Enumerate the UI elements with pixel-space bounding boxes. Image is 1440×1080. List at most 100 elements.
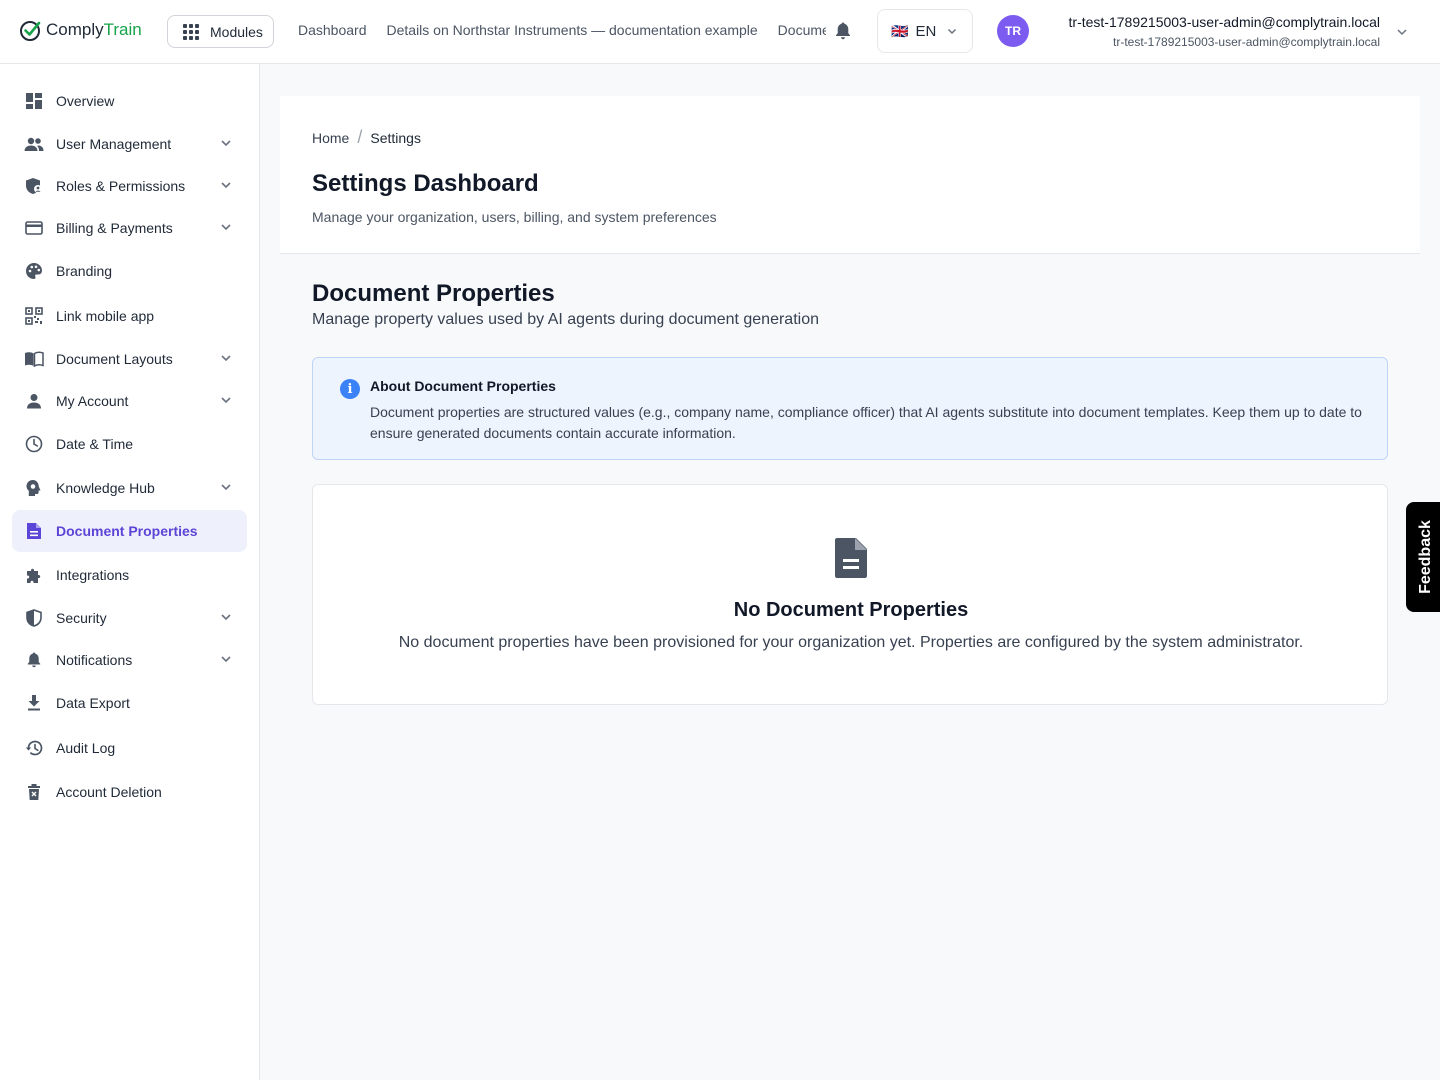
breadcrumb-current: Settings [370, 129, 421, 146]
sidebar-item-label: Billing & Payments [56, 220, 173, 236]
language-selector[interactable]: 🇬🇧 EN [877, 9, 973, 53]
sidebar-item-branding[interactable]: Branding [12, 250, 247, 292]
sidebar-item-label: Roles & Permissions [56, 178, 186, 194]
document-icon [24, 521, 44, 541]
sidebar-item-document-properties[interactable]: Document Properties [12, 510, 247, 552]
logo-text-accent: Train [103, 20, 142, 39]
brain-icon [24, 478, 44, 498]
chevron-down-icon [221, 140, 231, 147]
sidebar-item-user-management[interactable]: User Management [12, 123, 247, 165]
security-icon [24, 608, 44, 628]
top-bar: ComplyTrain Modules Dashboard Details on … [0, 0, 1440, 64]
sidebar-item-integrations[interactable]: Integrations [12, 554, 247, 596]
app-logo[interactable]: ComplyTrain [19, 18, 142, 42]
sidebar-item-label: Overview [56, 93, 115, 109]
history-icon [24, 738, 44, 758]
empty-state-title: No Document Properties [733, 599, 969, 621]
sidebar-item-billing-payments[interactable]: Billing & Payments [12, 207, 247, 249]
feedback-label: Feedback [1417, 520, 1434, 594]
section-title: Document Properties [312, 280, 555, 307]
sidebar-item-security[interactable]: Security [12, 597, 247, 639]
breadcrumb-separator: / [357, 127, 363, 147]
sidebar-item-label: User Management [56, 136, 172, 152]
sidebar-item-label: Security [56, 610, 107, 626]
page-subtitle: Manage your organization, users, billing… [312, 209, 717, 225]
sidebar-item-notifications[interactable]: Notifications [12, 639, 247, 681]
feedback-button[interactable]: Feedback [1406, 502, 1440, 612]
topnav-details-link[interactable]: Details on Northstar Instruments — docum… [387, 22, 758, 38]
uk-flag-icon: 🇬🇧 [891, 22, 909, 39]
info-title: About Document Properties [370, 378, 556, 394]
settings-sidebar: Overview User Management Roles & Permiss… [0, 64, 260, 1080]
topnav-dashboard-link[interactable]: Dashboard [298, 22, 367, 38]
dashboard-icon [24, 91, 44, 111]
breadcrumb-home-link[interactable]: Home [312, 130, 349, 146]
palette-icon [24, 261, 44, 281]
chevron-down-icon [948, 28, 957, 35]
page-title: Settings Dashboard [312, 170, 539, 197]
user-menu-chevron-icon[interactable] [1396, 26, 1408, 38]
user-name[interactable]: tr-test-1789215003-user-admin@complytrai… [1069, 14, 1380, 30]
modules-button[interactable]: Modules [167, 15, 274, 48]
clock-icon [24, 434, 44, 454]
user-avatar[interactable]: TR [997, 15, 1029, 47]
sidebar-item-label: Account Deletion [56, 784, 162, 800]
apps-grid-icon [183, 23, 199, 40]
page-header: Home / Settings Settings Dashboard Manag… [280, 96, 1420, 254]
chevron-down-icon [221, 355, 231, 362]
empty-state-card: No Document Properties No document prope… [312, 484, 1388, 705]
sidebar-item-document-layouts[interactable]: Document Layouts [12, 338, 247, 380]
sidebar-item-data-export[interactable]: Data Export [12, 682, 247, 724]
sidebar-item-overview[interactable]: Overview [12, 80, 247, 122]
sidebar-item-label: Data Export [56, 695, 130, 711]
notifications-bell-icon[interactable] [834, 21, 852, 41]
document-icon [835, 538, 867, 578]
sidebar-item-my-account[interactable]: My Account [12, 380, 247, 422]
users-icon [24, 134, 44, 154]
language-label: EN [915, 22, 937, 40]
trash-icon [24, 782, 44, 802]
info-text: Document properties are structured value… [370, 404, 1362, 441]
chevron-down-icon [221, 614, 231, 621]
empty-state-text: No document properties have been provisi… [398, 634, 1304, 651]
sidebar-item-label: Branding [56, 263, 113, 279]
download-icon [24, 693, 44, 713]
bell-icon [24, 650, 44, 670]
chevron-down-icon [221, 656, 231, 663]
chevron-down-icon [221, 484, 231, 491]
puzzle-icon [24, 565, 44, 585]
credit-card-icon [24, 218, 44, 238]
logo-text: Comply [46, 20, 104, 39]
sidebar-item-account-deletion[interactable]: Account Deletion [12, 771, 247, 813]
book-icon [24, 349, 44, 369]
sidebar-item-label: Knowledge Hub [56, 480, 155, 496]
sidebar-item-knowledge-hub[interactable]: Knowledge Hub [12, 467, 247, 509]
chevron-down-icon [221, 224, 231, 231]
chevron-down-icon [221, 182, 231, 189]
sidebar-item-date-time[interactable]: Date & Time [12, 423, 247, 465]
sidebar-item-label: Link mobile app [56, 308, 155, 324]
sidebar-item-label: Notifications [56, 652, 133, 668]
sidebar-item-roles-permissions[interactable]: Roles & Permissions [12, 165, 247, 207]
sidebar-item-label: Document Properties [56, 523, 198, 539]
person-icon [24, 391, 44, 411]
sidebar-item-label: My Account [56, 393, 129, 409]
top-navigation: Dashboard Details on Northstar Instrument… [298, 22, 826, 38]
info-alert: i About Document Properties Document pro… [312, 357, 1388, 460]
check-circle-logo-icon [20, 21, 41, 41]
sidebar-item-label: Integrations [56, 567, 130, 583]
qr-code-icon [24, 306, 44, 326]
breadcrumb: Home / Settings [312, 127, 421, 148]
topnav-documents-link[interactable]: Documents [778, 22, 826, 38]
sidebar-item-label: Audit Log [56, 740, 116, 756]
info-icon: i [340, 379, 360, 399]
sidebar-item-label: Date & Time [56, 436, 134, 452]
sidebar-item-label: Document Layouts [56, 351, 173, 367]
shield-user-icon [24, 176, 44, 196]
user-email: tr-test-1789215003-user-admin@complytrai… [1113, 35, 1380, 49]
sidebar-item-audit-log[interactable]: Audit Log [12, 727, 247, 769]
modules-label: Modules [210, 23, 263, 40]
sidebar-item-link-mobile-app[interactable]: Link mobile app [12, 295, 247, 337]
section-subtitle: Manage property values used by AI agents… [312, 311, 819, 328]
chevron-down-icon [221, 397, 231, 404]
